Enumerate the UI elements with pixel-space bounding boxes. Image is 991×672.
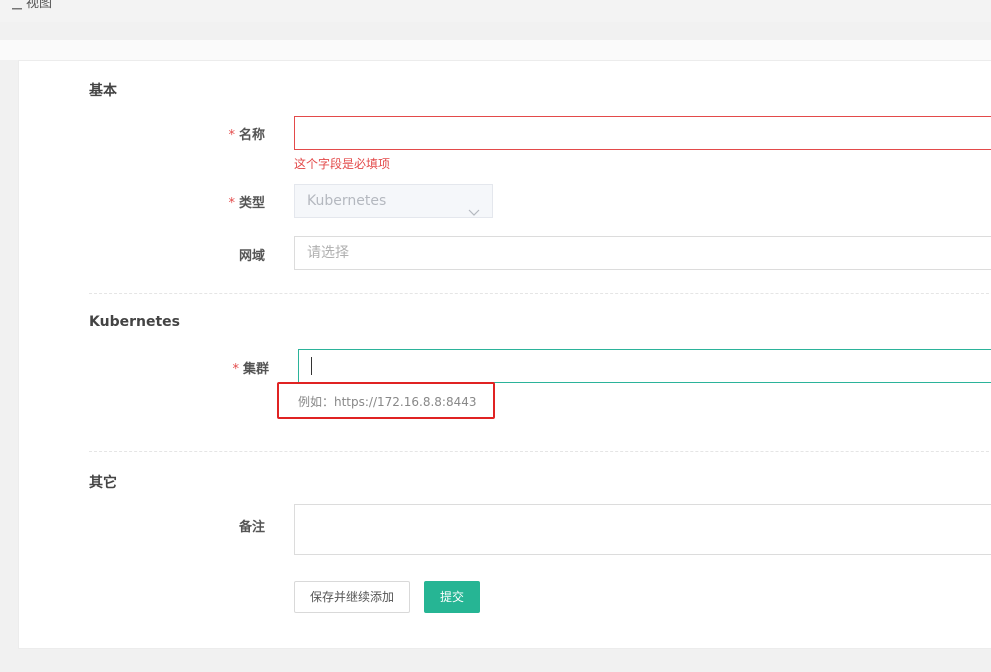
menu-icon [12, 0, 22, 9]
cluster-label-text: 集群 [242, 362, 269, 377]
required-mark: * [228, 196, 235, 211]
name-label: * 名称 [145, 124, 265, 143]
divider [89, 293, 991, 294]
type-select[interactable]: Kubernetes [294, 184, 493, 218]
name-label-text: 名称 [238, 128, 265, 143]
remark-label: 备注 [145, 516, 265, 535]
remark-label-text: 备注 [238, 520, 265, 535]
type-label: * 类型 [145, 192, 265, 211]
domain-placeholder: 请选择 [307, 245, 349, 261]
remark-textarea[interactable] [294, 504, 991, 555]
save-continue-button[interactable]: 保存并继续添加 [294, 581, 410, 613]
page-gap [0, 40, 991, 60]
breadcrumb-label: 视图 [26, 0, 53, 11]
section-title-other: 其它 [89, 475, 117, 491]
required-mark: * [228, 128, 235, 143]
form-card: 基本 * 名称 这个字段是必填项 * 类型 Kubernetes 网域 请选择 Ku… [18, 60, 991, 649]
divider [89, 451, 991, 452]
name-input[interactable] [294, 116, 991, 150]
domain-label: 网域 [145, 245, 265, 264]
cluster-input[interactable] [298, 349, 991, 383]
cluster-label: * 集群 [149, 358, 269, 377]
cluster-hint-text: 例如：https://172.16.8.8:8443 [298, 395, 477, 409]
required-mark: * [232, 362, 239, 377]
submit-button[interactable]: 提交 [424, 581, 480, 613]
type-label-text: 类型 [238, 196, 265, 211]
top-bar: 视图 [0, 0, 991, 22]
type-select-value: Kubernetes [307, 193, 387, 209]
breadcrumb: 视图 [12, 0, 52, 11]
name-error-text: 这个字段是必填项 [294, 157, 391, 171]
domain-label-text: 网域 [238, 249, 265, 264]
section-title-kubernetes: Kubernetes [89, 314, 180, 330]
section-title-basic: 基本 [89, 83, 117, 99]
chevron-down-icon [468, 197, 480, 216]
domain-select[interactable]: 请选择 [294, 236, 991, 270]
text-caret [311, 357, 312, 375]
